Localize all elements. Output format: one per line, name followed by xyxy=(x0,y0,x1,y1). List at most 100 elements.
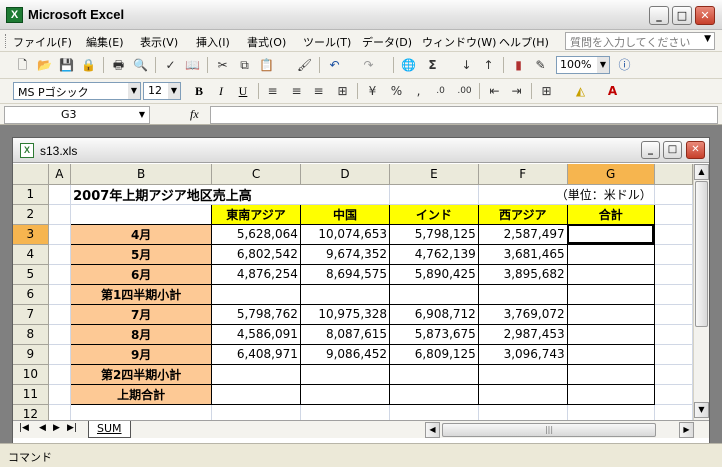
value-cell[interactable] xyxy=(566,263,655,285)
row-label-cell[interactable]: 第2四半期小計 xyxy=(70,363,213,385)
currency-icon[interactable]: ¥ xyxy=(364,83,381,100)
header-cell-blank[interactable] xyxy=(70,203,213,225)
select-all-corner[interactable] xyxy=(13,164,49,185)
prev-sheet-icon[interactable]: ◀ xyxy=(39,423,46,433)
paste-icon[interactable]: 📋 xyxy=(258,57,275,74)
sheet-title-cell[interactable]: 2007年上期アジア地区売上高 xyxy=(70,184,391,205)
decrease-indent-icon[interactable]: ⇤ xyxy=(486,83,503,100)
value-cell[interactable]: 8,694,575 xyxy=(299,263,391,285)
column-header[interactable]: A xyxy=(48,164,72,185)
hyperlink-icon[interactable]: 🌐 xyxy=(400,57,417,74)
value-cell[interactable] xyxy=(211,283,301,305)
row-label-cell[interactable]: 4月 xyxy=(70,223,213,245)
row-header[interactable]: 1 xyxy=(13,184,49,205)
row-label-cell[interactable]: 上期合計 xyxy=(70,383,213,405)
italic-button[interactable]: I xyxy=(212,83,230,100)
chevron-down-icon[interactable]: ▼ xyxy=(128,83,140,99)
cell[interactable] xyxy=(70,404,213,420)
scroll-down-icon[interactable]: ▼ xyxy=(694,402,709,418)
value-cell[interactable] xyxy=(477,283,568,305)
workbook-close-button[interactable]: ✕ xyxy=(686,141,705,159)
cell[interactable] xyxy=(567,404,655,420)
column-header[interactable]: C xyxy=(211,164,301,185)
value-cell[interactable]: 5,890,425 xyxy=(389,263,479,285)
value-cell[interactable]: 5,873,675 xyxy=(389,323,479,345)
cell[interactable] xyxy=(654,284,693,305)
row-label-cell[interactable]: 6月 xyxy=(70,263,213,285)
scroll-right-icon[interactable]: ▶ xyxy=(679,422,694,438)
cell[interactable] xyxy=(48,344,72,365)
value-cell[interactable]: 8,087,615 xyxy=(299,323,391,345)
increase-decimal-icon[interactable]: .0 xyxy=(432,83,449,100)
value-cell[interactable]: 2,587,497 xyxy=(477,223,568,245)
menu-edit[interactable]: 編集(E) xyxy=(86,34,124,50)
column-header[interactable] xyxy=(654,164,693,185)
help-search-input[interactable]: 質問を入力してください ▼ xyxy=(565,32,715,50)
close-button[interactable]: ✕ xyxy=(695,6,715,25)
new-icon[interactable]: 🗋 xyxy=(14,57,31,74)
cell[interactable] xyxy=(654,324,693,345)
fx-icon[interactable]: fx xyxy=(190,107,199,122)
row-header[interactable]: 8 xyxy=(13,324,49,345)
merge-center-icon[interactable]: ⊞ xyxy=(334,83,351,100)
horizontal-scroll-thumb[interactable]: ||| xyxy=(442,423,656,437)
row-header[interactable]: 10 xyxy=(13,364,49,385)
header-cell[interactable]: 中国 xyxy=(299,203,391,225)
decrease-decimal-icon[interactable]: .00 xyxy=(456,83,473,100)
value-cell[interactable] xyxy=(566,343,655,365)
permission-icon[interactable]: 🔒 xyxy=(80,57,97,74)
menu-file[interactable]: ファイル(F) xyxy=(13,34,72,50)
chevron-down-icon[interactable]: ▼ xyxy=(139,110,145,119)
value-cell[interactable]: 10,074,653 xyxy=(299,223,391,245)
header-cell[interactable]: インド xyxy=(389,203,479,225)
row-header[interactable]: 5 xyxy=(13,264,49,285)
value-cell[interactable] xyxy=(389,363,479,385)
menu-window[interactable]: ウィンドウ(W) xyxy=(422,34,496,50)
increase-indent-icon[interactable]: ⇥ xyxy=(508,83,525,100)
menu-insert[interactable]: 挿入(I) xyxy=(196,34,230,50)
print-preview-icon[interactable]: 🔍 xyxy=(132,57,149,74)
scroll-left-icon[interactable]: ◀ xyxy=(425,422,440,438)
cell[interactable] xyxy=(300,404,391,420)
value-cell[interactable] xyxy=(299,283,391,305)
sort-descending-icon[interactable]: ↑ xyxy=(480,57,497,74)
menu-tools[interactable]: ツール(T) xyxy=(303,34,351,50)
fill-color-icon[interactable]: ◭ xyxy=(572,83,589,100)
cell[interactable] xyxy=(48,184,72,205)
value-cell[interactable]: 2,987,453 xyxy=(477,323,568,345)
column-header[interactable]: D xyxy=(300,164,391,185)
copy-icon[interactable]: ⧉ xyxy=(236,57,253,74)
help-icon[interactable]: ⓘ xyxy=(616,57,633,74)
row-header-active[interactable]: 3 xyxy=(13,224,49,245)
font-name-select[interactable]: MS Pゴシック ▼ xyxy=(13,82,141,100)
redo-icon[interactable]: ↷ xyxy=(360,57,377,74)
next-sheet-icon[interactable]: ▶ xyxy=(53,423,60,433)
cell[interactable] xyxy=(48,404,72,420)
sheet-tab-sum[interactable]: SUM xyxy=(88,421,131,438)
cell[interactable] xyxy=(654,364,693,385)
menu-view[interactable]: 表示(V) xyxy=(140,34,178,50)
menu-data[interactable]: データ(D) xyxy=(362,34,412,50)
row-label-cell[interactable]: 7月 xyxy=(70,303,213,325)
value-cell[interactable] xyxy=(299,363,391,385)
percent-icon[interactable]: % xyxy=(388,83,405,100)
cell[interactable] xyxy=(48,224,72,245)
selected-cell[interactable] xyxy=(566,223,655,245)
cell[interactable] xyxy=(654,264,693,285)
column-header[interactable]: E xyxy=(389,164,479,185)
drawing-icon[interactable]: ✎ xyxy=(532,57,549,74)
row-header[interactable]: 2 xyxy=(13,204,49,225)
column-header-active[interactable]: G xyxy=(567,164,655,185)
cell[interactable] xyxy=(48,244,72,265)
research-icon[interactable]: 📖 xyxy=(184,57,201,74)
value-cell[interactable] xyxy=(477,383,568,405)
value-cell[interactable] xyxy=(566,243,655,265)
scroll-up-icon[interactable]: ▲ xyxy=(694,164,709,180)
value-cell[interactable] xyxy=(211,383,301,405)
value-cell[interactable] xyxy=(566,383,655,405)
cell[interactable] xyxy=(654,404,693,420)
value-cell[interactable]: 6,802,542 xyxy=(211,243,301,265)
cell[interactable] xyxy=(654,204,693,225)
value-cell[interactable] xyxy=(389,383,479,405)
value-cell[interactable]: 3,096,743 xyxy=(477,343,568,365)
